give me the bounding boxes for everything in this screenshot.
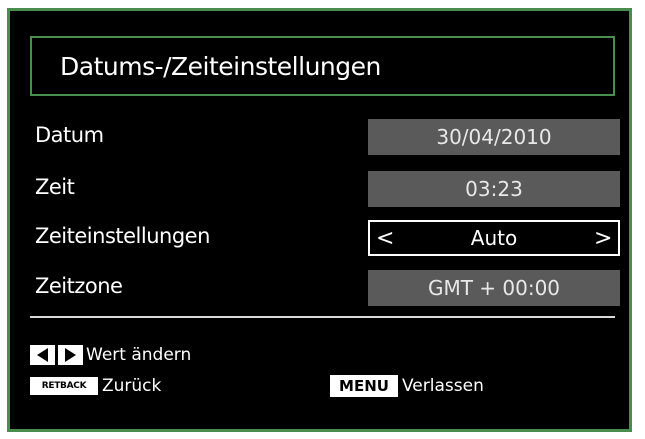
timezone-row[interactable]: Zeitzone GMT + 00:00 <box>30 270 620 306</box>
menu-key-icon: MENU <box>330 375 398 397</box>
time-settings-label: Zeiteinstellungen <box>35 224 210 248</box>
time-row[interactable]: Zeit 03:23 <box>30 171 620 207</box>
time-settings-value: Auto <box>470 226 518 250</box>
exit-label: Verlassen <box>402 376 484 396</box>
timezone-value[interactable]: GMT + 00:00 <box>368 270 620 306</box>
back-key-icon: RETBACK <box>30 377 98 395</box>
time-value[interactable]: 03:23 <box>368 171 620 207</box>
page-title: Datums-/Zeiteinstellungen <box>60 51 381 81</box>
time-label: Zeit <box>35 175 75 199</box>
back-label: Zurück <box>102 376 162 396</box>
left-arrow-key-icon <box>30 345 55 365</box>
time-settings-row[interactable]: Zeiteinstellungen < Auto > <box>30 220 620 256</box>
date-value[interactable]: 30/04/2010 <box>368 119 620 155</box>
divider <box>30 316 615 318</box>
change-value-hint: Wert ändern <box>30 345 191 365</box>
back-hint: RETBACK Zurück <box>30 376 161 396</box>
chevron-right-icon[interactable]: > <box>594 226 612 251</box>
date-time-settings-screen: Datums-/Zeiteinstellungen Datum 30/04/20… <box>7 8 632 432</box>
timezone-label: Zeitzone <box>35 274 123 298</box>
change-value-label: Wert ändern <box>86 345 192 365</box>
exit-hint: MENU Verlassen <box>330 375 484 397</box>
right-arrow-key-icon <box>58 345 83 365</box>
title-bar: Datums-/Zeiteinstellungen <box>30 36 615 96</box>
date-row[interactable]: Datum 30/04/2010 <box>30 119 620 155</box>
chevron-left-icon[interactable]: < <box>376 226 394 251</box>
date-label: Datum <box>35 123 104 147</box>
time-settings-selector[interactable]: < Auto > <box>368 220 620 256</box>
